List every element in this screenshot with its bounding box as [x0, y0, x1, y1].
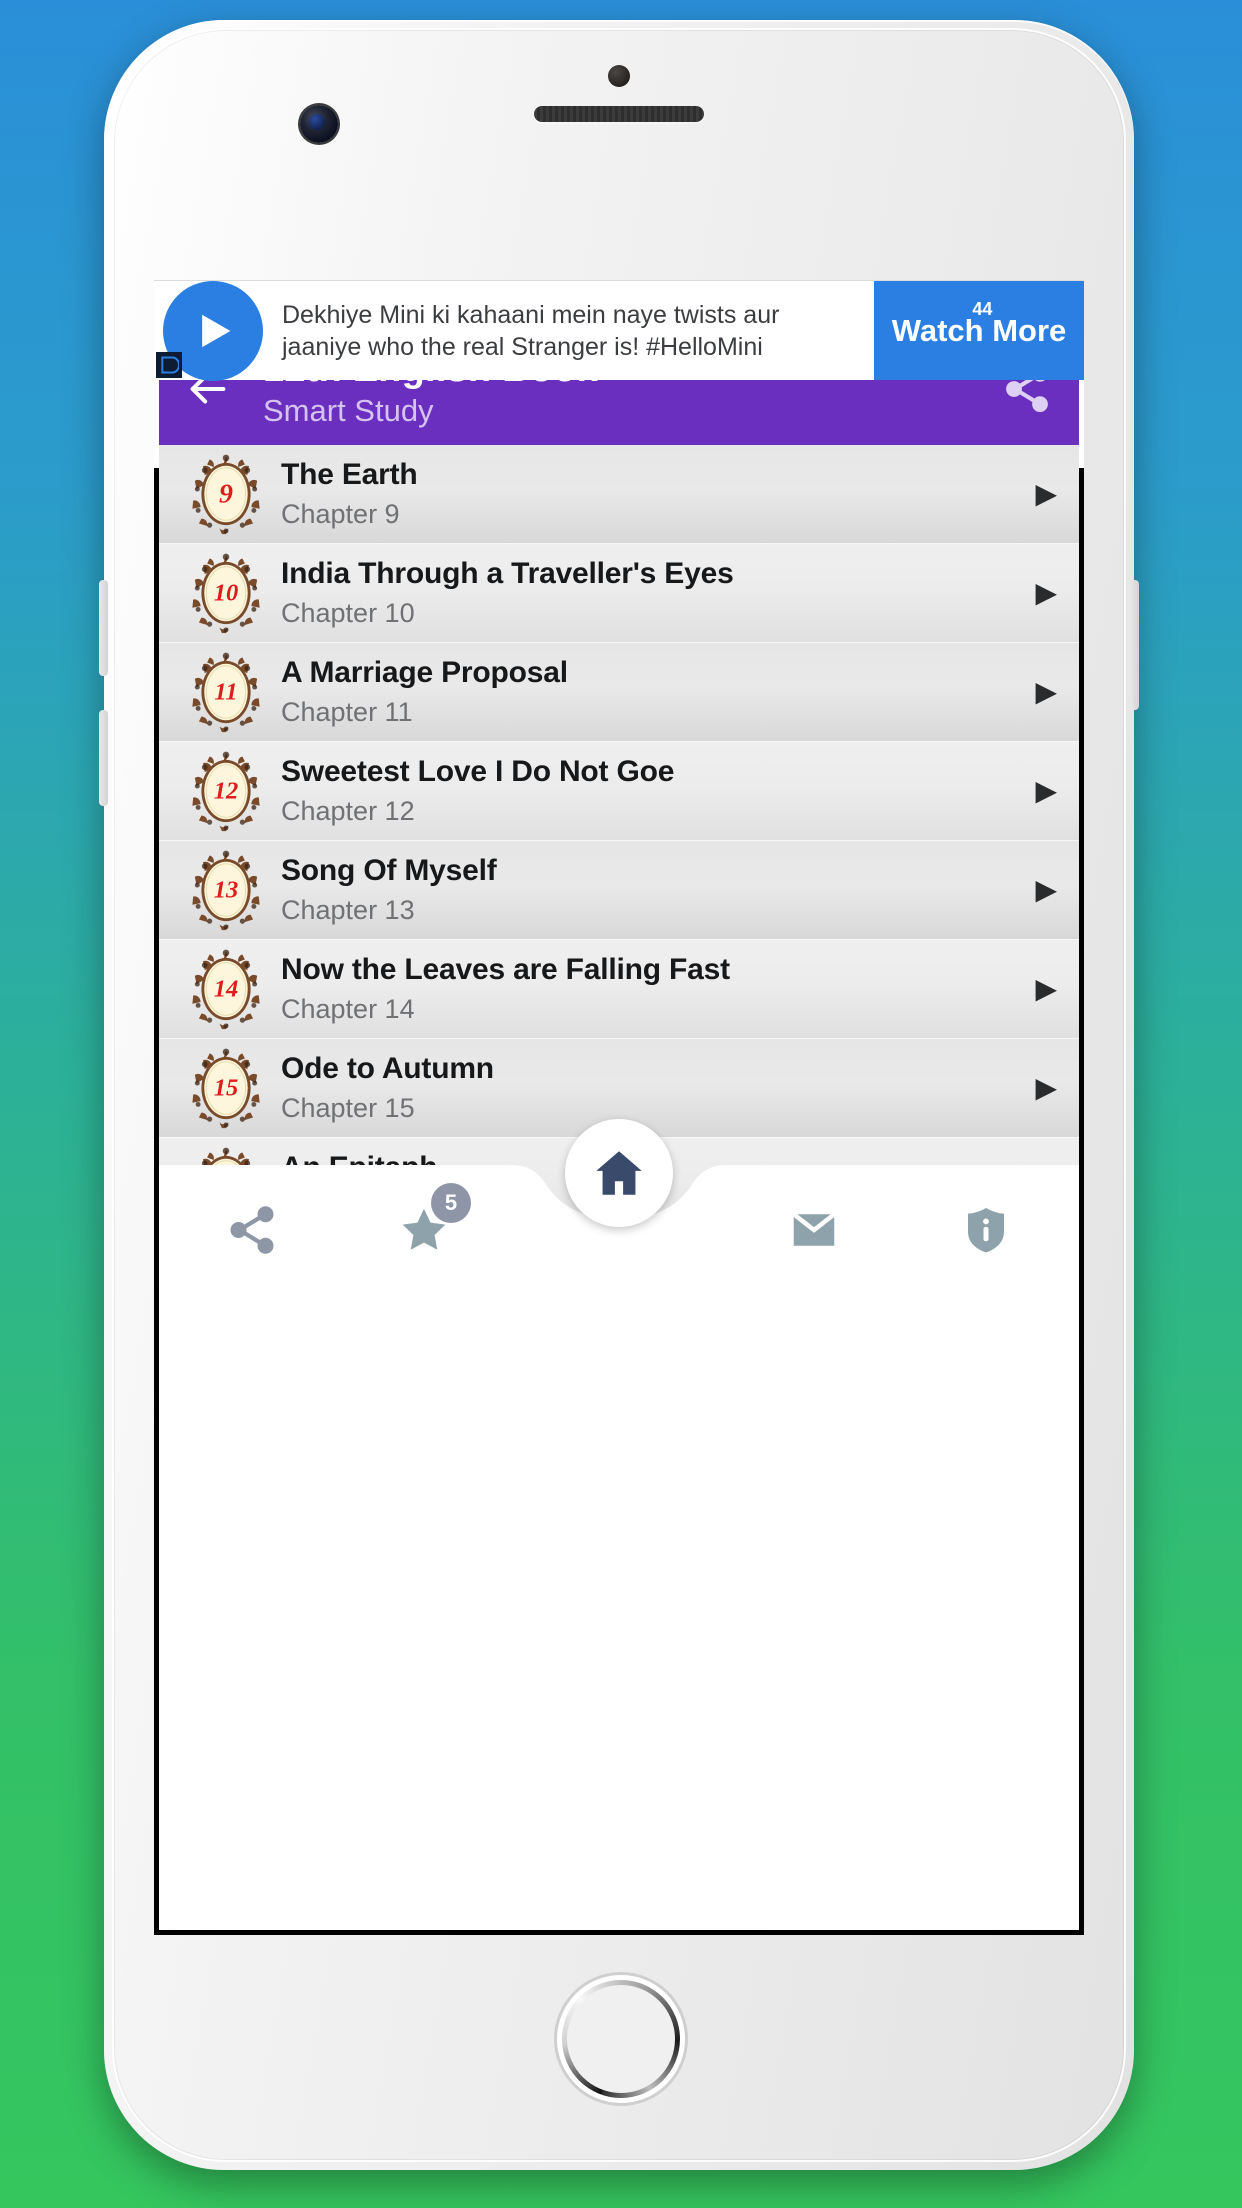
chevron-right-icon[interactable]: ▶ [1035, 1074, 1057, 1102]
chevron-right-icon[interactable]: ▶ [1035, 678, 1057, 706]
list-item[interactable]: 10 India Through a Traveller's Eyes Chapt… [159, 544, 1079, 643]
chapter-title: Ode to Autumn [281, 1052, 494, 1086]
chapter-subtitle: Chapter 14 [281, 994, 415, 1025]
list-item[interactable]: 9 The Earth Chapter 9 ▶ [159, 445, 1079, 544]
chapter-medallion-icon: 11 [185, 651, 267, 733]
ad-text: Dekhiye Mini ki kahaani mein naye twists… [282, 300, 780, 361]
chapter-title: Now the Leaves are Falling Fast [281, 953, 730, 987]
chapter-subtitle: Chapter 15 [281, 1093, 415, 1124]
list-item[interactable]: 12 Sweetest Love I Do Not Goe Chapter 12 ▶ [159, 742, 1079, 841]
chapter-title: India Through a Traveller's Eyes [281, 557, 734, 591]
svg-text:12: 12 [214, 778, 239, 805]
chapter-title: Sweetest Love I Do Not Goe [281, 755, 675, 789]
chevron-right-icon[interactable]: ▶ [1035, 876, 1057, 904]
chevron-right-icon[interactable]: ▶ [1035, 480, 1057, 508]
chapter-subtitle: Chapter 12 [281, 796, 415, 827]
proximity-sensor-icon [608, 65, 630, 87]
phone-screen: 9:09 PM 17.1KB/s VoLTE 4G VoL [154, 280, 1084, 1935]
chapter-subtitle: Chapter 11 [281, 697, 413, 728]
chapter-medallion-icon: 14 [185, 948, 267, 1030]
chapter-subtitle: Chapter 9 [281, 499, 400, 530]
chapter-medallion-icon: 12 [185, 750, 267, 832]
chapter-list[interactable]: 9 The Earth Chapter 9 ▶ 10 India Through… [159, 445, 1079, 1283]
svg-text:11: 11 [214, 679, 237, 706]
svg-text:10: 10 [214, 580, 239, 607]
svg-text:13: 13 [214, 877, 239, 904]
chevron-right-icon[interactable]: ▶ [1035, 777, 1057, 805]
svg-text:14: 14 [214, 976, 239, 1003]
bottom-share-icon[interactable] [221, 1199, 283, 1261]
page-subtitle: Smart Study [263, 392, 434, 428]
svg-text:9: 9 [219, 479, 233, 510]
bottom-privacy-icon[interactable] [955, 1199, 1017, 1261]
list-item[interactable]: 14 Now the Leaves are Falling Fast Chapte… [159, 940, 1079, 1039]
bottom-favorites-icon[interactable]: 5 [393, 1183, 471, 1261]
ad-cta-button[interactable]: Watch More [874, 281, 1084, 380]
chapter-title: Song Of Myself [281, 854, 497, 888]
phone-device-frame: 9:09 PM 17.1KB/s VoLTE 4G VoL [99, 20, 1139, 2170]
volume-up-button[interactable] [99, 580, 108, 676]
chapter-medallion-icon: 13 [185, 849, 267, 931]
earpiece-speaker-icon [534, 106, 704, 122]
battery-percent-label: 44 [972, 298, 993, 319]
list-item[interactable]: 13 Song Of Myself Chapter 13 ▶ [159, 841, 1079, 940]
bottom-mail-icon[interactable] [783, 1199, 845, 1261]
list-item[interactable]: 11 A Marriage Proposal Chapter 11 ▶ [159, 643, 1079, 742]
volume-down-button[interactable] [99, 710, 108, 806]
chapter-title: The Earth [281, 458, 418, 492]
power-button[interactable] [1130, 580, 1139, 710]
chapter-title: A Marriage Proposal [281, 656, 568, 690]
ad-play-area[interactable] [154, 280, 272, 381]
home-button[interactable] [562, 1980, 680, 2098]
chapter-subtitle: Chapter 10 [281, 598, 415, 629]
svg-text:15: 15 [214, 1075, 239, 1102]
chevron-right-icon[interactable]: ▶ [1035, 975, 1057, 1003]
ad-banner[interactable]: Dekhiye Mini ki kahaani mein naye twists… [154, 280, 1084, 381]
chevron-right-icon[interactable]: ▶ [1035, 579, 1057, 607]
chapter-subtitle: Chapter 13 [281, 895, 415, 926]
bottom-app-bar: 5 [159, 1119, 1079, 1283]
favorites-badge: 5 [431, 1183, 471, 1223]
front-camera-icon [300, 105, 338, 143]
home-fab-button[interactable] [565, 1119, 673, 1227]
chapter-medallion-icon: 15 [185, 1047, 267, 1129]
chapter-medallion-icon: 10 [185, 552, 267, 634]
chapter-medallion-icon: 9 [185, 453, 267, 535]
adchoices-icon[interactable] [156, 352, 182, 378]
